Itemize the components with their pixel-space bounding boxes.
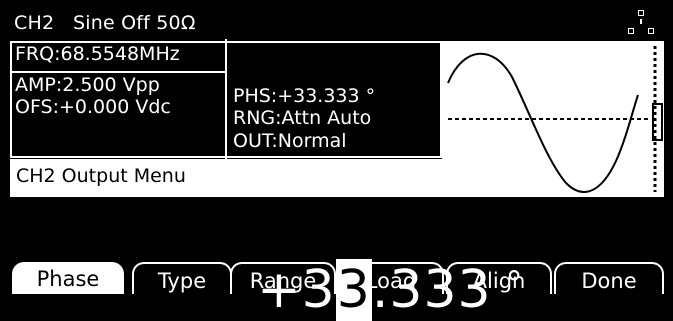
softkey-label: Load xyxy=(365,269,417,293)
softkey-align[interactable]: Align xyxy=(446,262,552,294)
amplitude-ruler xyxy=(651,46,663,192)
sine-waveform-graphic xyxy=(447,52,648,193)
panel-divider xyxy=(225,39,227,159)
softkey-phase[interactable]: Phase xyxy=(12,262,124,294)
softkey-load[interactable]: Load xyxy=(338,262,444,294)
softkey-done[interactable]: Done xyxy=(554,262,664,294)
softkey-label: Range xyxy=(249,269,317,293)
menu-title: CH2 Output Menu xyxy=(10,159,442,197)
waveform-preview xyxy=(442,41,664,197)
softkey-label: Phase xyxy=(36,267,100,291)
panel-divider xyxy=(10,71,227,73)
amplitude-readout: AMP:2.500 Vpp xyxy=(15,74,160,96)
softkey-range[interactable]: Range xyxy=(230,262,336,294)
output-readout: OUT:Normal xyxy=(233,130,347,152)
phase-readout: PHS:+33.333 ° xyxy=(233,85,376,107)
softkey-type[interactable]: Type xyxy=(132,262,232,294)
softkey-bar: Phase Type Range Load Align Done xyxy=(12,262,667,294)
softkey-label: Type xyxy=(157,269,207,293)
softkey-label: Done xyxy=(581,269,637,293)
channel-status-title: CH2 Sine Off 50Ω xyxy=(14,12,196,34)
softkey-label: Align xyxy=(472,269,526,293)
range-readout: RNG:Attn Auto xyxy=(233,107,372,129)
offset-readout: OFS:+0.000 Vdc xyxy=(15,96,171,118)
frequency-readout: FRQ:68.5548MHz xyxy=(15,43,180,65)
network-icon xyxy=(627,10,655,38)
phase-value-editor[interactable]: +33.333 ° xyxy=(222,197,524,321)
